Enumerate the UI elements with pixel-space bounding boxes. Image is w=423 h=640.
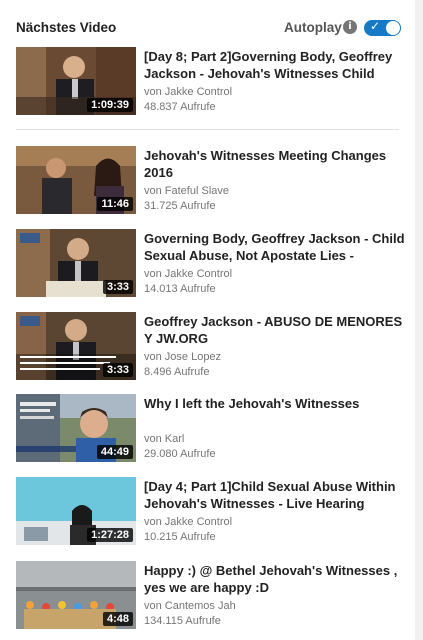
up-next-header: Nächstes Video Autoplay i ✓: [0, 0, 415, 48]
video-thumbnail[interactable]: 11:46: [16, 146, 136, 214]
video-title[interactable]: Happy :) @ Bethel Jehovah's Witnesses , …: [144, 562, 406, 596]
up-next-title: Nächstes Video: [16, 20, 117, 35]
video-views: 8.496 Aufrufe: [144, 366, 210, 378]
video-views: 10.215 Aufrufe: [144, 531, 216, 543]
video-views: 31.725 Aufrufe: [144, 200, 216, 212]
video-duration: 1:09:39: [87, 98, 133, 112]
video-thumbnail[interactable]: 44:49: [16, 394, 136, 462]
video-item[interactable]: 1:27:28 [Day 4; Part 1]Child Sexual Abus…: [16, 477, 408, 547]
video-channel[interactable]: von Jakke Control: [144, 267, 232, 281]
video-channel[interactable]: von Jose Lopez: [144, 350, 221, 364]
video-duration: 44:49: [96, 445, 133, 459]
scrollbar[interactable]: [415, 0, 423, 640]
video-thumbnail[interactable]: 1:09:39: [16, 47, 136, 115]
divider: [16, 129, 399, 130]
video-item[interactable]: 44:49 Why I left the Jehovah's Witnesses…: [16, 394, 408, 464]
video-item[interactable]: 1:09:39 [Day 8; Part 2]Governing Body, G…: [16, 47, 408, 117]
video-title[interactable]: Why I left the Jehovah's Witnesses: [144, 395, 406, 412]
video-thumbnail[interactable]: 3:33: [16, 229, 136, 297]
video-title[interactable]: Jehovah's Witnesses Meeting Changes 2016: [144, 147, 406, 181]
video-channel[interactable]: von Fateful Slave: [144, 184, 229, 198]
toggle-knob: [386, 21, 400, 35]
video-channel[interactable]: von Jakke Control: [144, 85, 232, 99]
video-thumbnail[interactable]: 4:48: [16, 561, 136, 629]
video-thumbnail[interactable]: 1:27:28: [16, 477, 136, 545]
up-next-panel: Nächstes Video Autoplay i ✓ 1:09:39 [Day…: [0, 0, 415, 640]
video-duration: 3:33: [102, 280, 133, 294]
video-item[interactable]: 4:48 Happy :) @ Bethel Jehovah's Witness…: [16, 561, 408, 631]
video-views: 48.837 Aufrufe: [144, 101, 216, 113]
video-duration: 4:48: [102, 612, 133, 626]
video-channel[interactable]: von Jakke Control: [144, 515, 232, 529]
video-title[interactable]: [Day 4; Part 1]Child Sexual Abuse Within…: [144, 478, 406, 512]
video-title[interactable]: Geoffrey Jackson - ABUSO DE MENORES Y JW…: [144, 313, 406, 347]
video-thumbnail[interactable]: 3:33: [16, 312, 136, 380]
video-views: 14.013 Aufrufe: [144, 283, 216, 295]
video-title[interactable]: Governing Body, Geoffrey Jackson - Child…: [144, 230, 406, 264]
video-views: 134.115 Aufrufe: [144, 615, 221, 627]
check-icon: ✓: [370, 19, 381, 33]
video-item[interactable]: 3:33 Geoffrey Jackson - ABUSO DE MENORES…: [16, 312, 408, 382]
video-item[interactable]: 3:33 Governing Body, Geoffrey Jackson - …: [16, 229, 408, 299]
video-title[interactable]: [Day 8; Part 2]Governing Body, Geoffrey …: [144, 48, 406, 82]
autoplay-toggle[interactable]: ✓: [364, 19, 401, 36]
video-channel[interactable]: von Karl: [144, 432, 184, 446]
info-icon[interactable]: i: [343, 20, 357, 34]
video-views: 29.080 Aufrufe: [144, 448, 216, 460]
video-item[interactable]: 11:46 Jehovah's Witnesses Meeting Change…: [16, 146, 408, 216]
video-duration: 3:33: [102, 363, 133, 377]
video-duration: 1:27:28: [87, 528, 133, 542]
video-channel[interactable]: von Cantemos Jah: [144, 599, 236, 613]
video-duration: 11:46: [97, 197, 133, 211]
autoplay-label: Autoplay: [284, 20, 342, 35]
